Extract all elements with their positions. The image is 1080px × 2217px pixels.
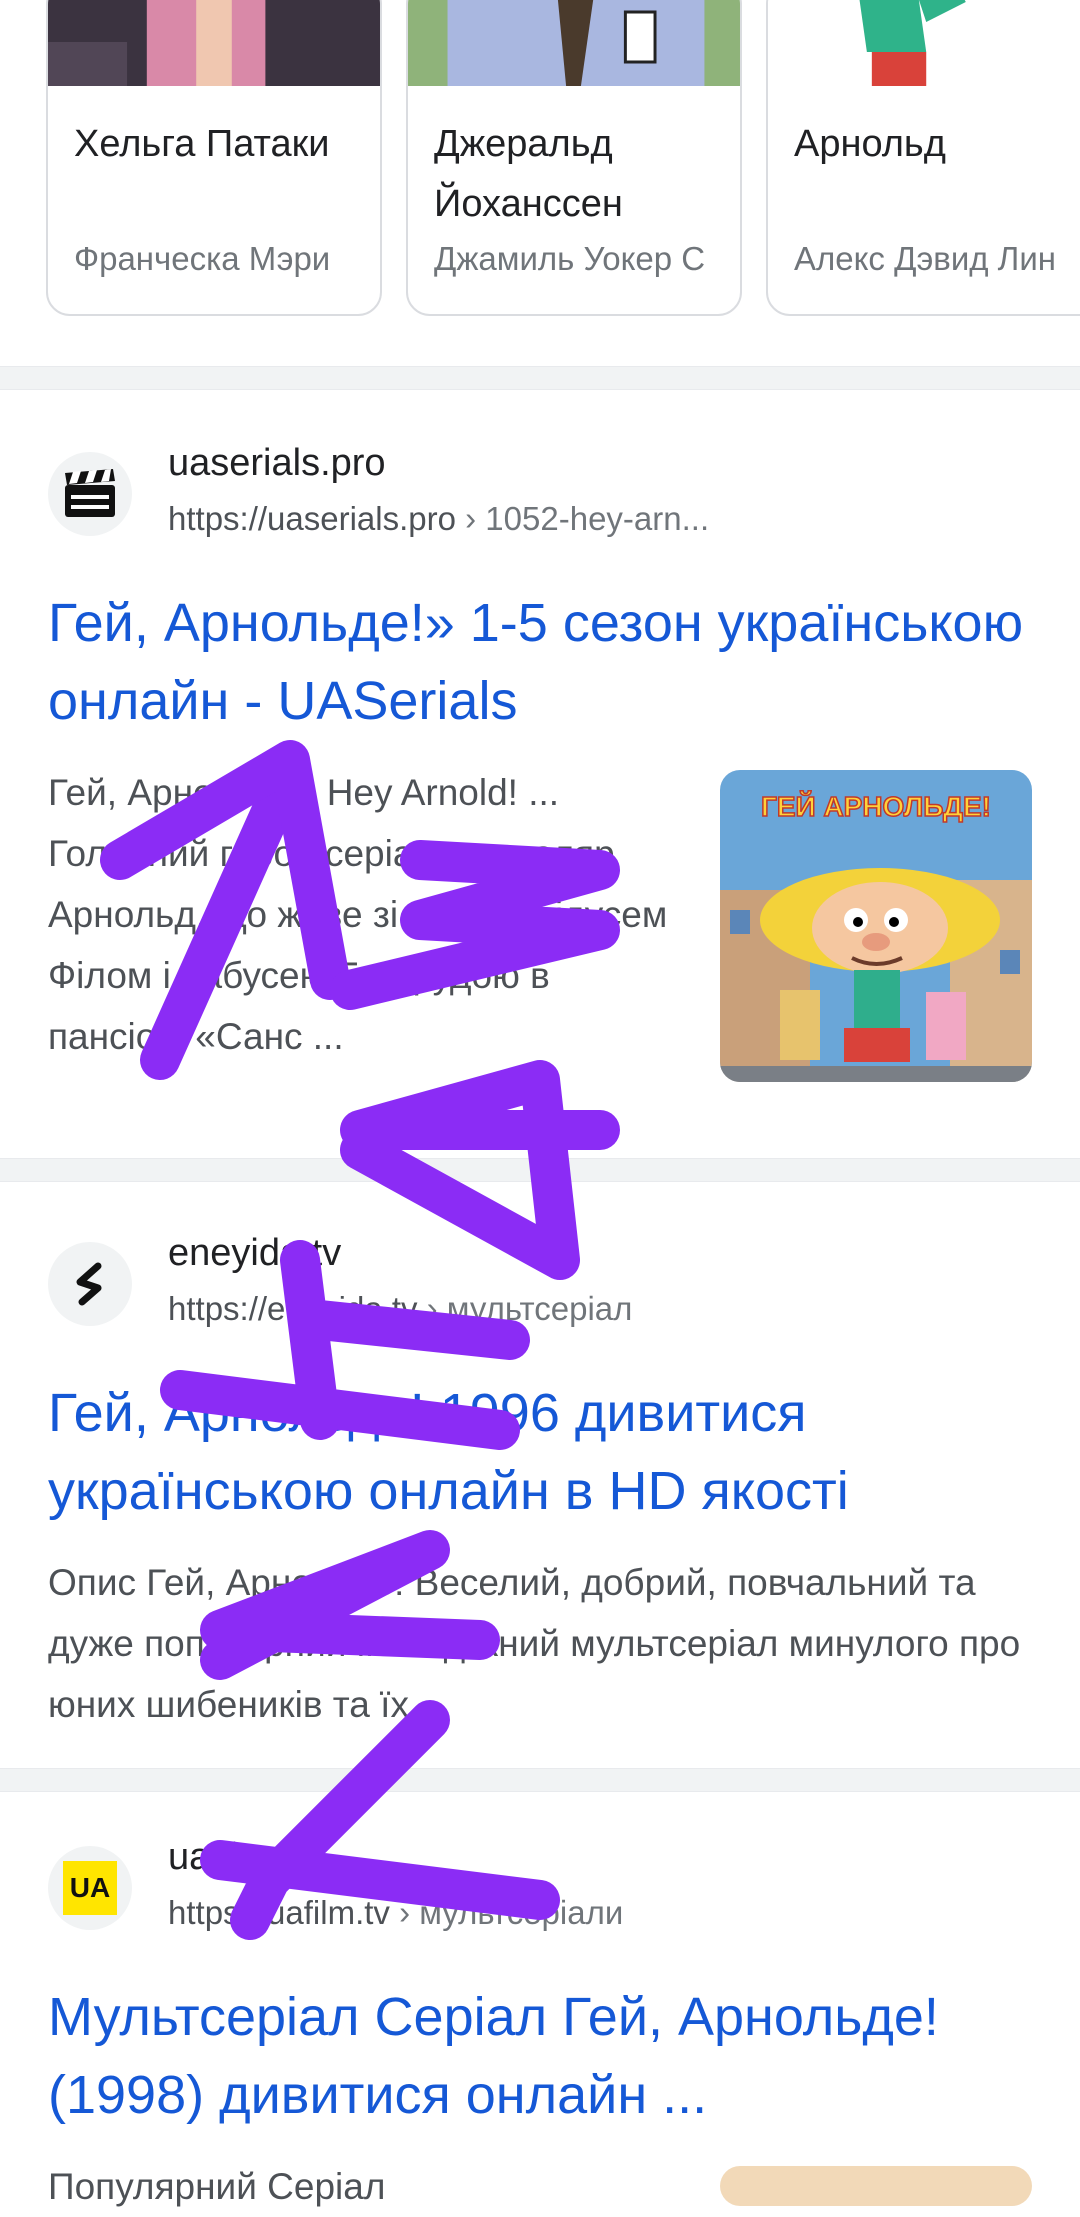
cast-name: Арнольд <box>794 123 946 165</box>
result-url[interactable]: https://uafilm.tv › мультсеріали <box>168 1894 623 1932</box>
result-title-link[interactable]: Мультсеріал Серіал Гей, Арнольде! (1998)… <box>48 1978 1048 2134</box>
result-url-base: https://uaserials.pro <box>168 500 456 537</box>
result-url-base: https://eneyida.tv <box>168 1290 418 1327</box>
cast-actor: Алекс Дэвид Лин <box>794 240 1056 277</box>
arnold-poster-image: ГЕЙ АРНОЛЬДЕ! <box>720 770 1032 1082</box>
search-result: eneyida.tv https://eneyida.tv › мультсер… <box>0 1180 1080 1768</box>
result-title-link[interactable]: Гей, Арнольде!» 1-5 сезон українською он… <box>48 584 1048 740</box>
uafilm-logo-icon[interactable]: UA <box>48 1846 132 1930</box>
cast-actor: Джамиль Уокер С <box>434 240 706 277</box>
search-result: uaserials.pro https://uaserials.pro › 10… <box>0 388 1080 1158</box>
result-url-path: › мультсеріал <box>417 1290 633 1327</box>
cast-name: Хельга Патаки <box>74 123 330 165</box>
result-snippet: Опис Гей, Арнольде! Веселий, добрий, пов… <box>48 1562 1021 1725</box>
result-url[interactable]: https://eneyida.tv › мультсеріал <box>168 1290 632 1328</box>
result-url-base: https://uafilm.tv <box>168 1894 390 1931</box>
result-site-name[interactable]: uaserials.pro <box>168 442 386 485</box>
cast-actor: Франческа Мэри <box>74 240 331 277</box>
uafilm-logo-text: UA <box>63 1861 117 1915</box>
result-site-name[interactable]: eneyida.tv <box>168 1232 341 1275</box>
cast-carousel[interactable]: Хельга Патаки Франческа Мэри Джеральд Йо… <box>0 0 1080 320</box>
result-url-path: › 1052-hey-arn... <box>455 500 710 537</box>
eneyida-logo-icon[interactable] <box>48 1242 132 1326</box>
result-snippet: Популярний Серіал <box>48 2166 386 2207</box>
result-url[interactable]: https://uaserials.pro › 1052-hey-arn... <box>168 500 709 538</box>
cast-card-gerald[interactable]: Джеральд Йохансcен Джамиль Уокер С <box>406 0 742 316</box>
result-site-name[interactable]: uafilm.tv <box>168 1836 309 1879</box>
cast-card-image <box>48 0 380 86</box>
result-snippet: Гей, Арнольде!. Hey Arnold! ... Головний… <box>48 772 668 1057</box>
result-thumbnail[interactable] <box>720 2166 1032 2206</box>
section-divider <box>0 366 1080 390</box>
section-divider <box>0 1768 1080 1792</box>
result-title-link[interactable]: Гей, Арнольде! 1996 дивитися українською… <box>48 1374 1048 1530</box>
section-divider <box>0 1158 1080 1182</box>
cast-card-helga[interactable]: Хельга Патаки Франческа Мэри <box>46 0 382 316</box>
search-result: UA uafilm.tv https://uafilm.tv › мультсе… <box>0 1790 1080 2207</box>
cast-card-image <box>768 0 1080 86</box>
cast-card-image <box>408 0 740 86</box>
result-url-path: › мультсеріали <box>389 1894 624 1931</box>
poster-title: ГЕЙ АРНОЛЬДЕ! <box>761 790 991 822</box>
cast-card-arnold[interactable]: Арнольд Алекс Дэвид Лин <box>766 0 1080 316</box>
result-thumbnail[interactable]: ГЕЙ АРНОЛЬДЕ! <box>720 770 1032 1082</box>
cast-name: Джеральд Йохансcен <box>434 123 623 225</box>
clapperboard-icon[interactable] <box>48 452 132 536</box>
